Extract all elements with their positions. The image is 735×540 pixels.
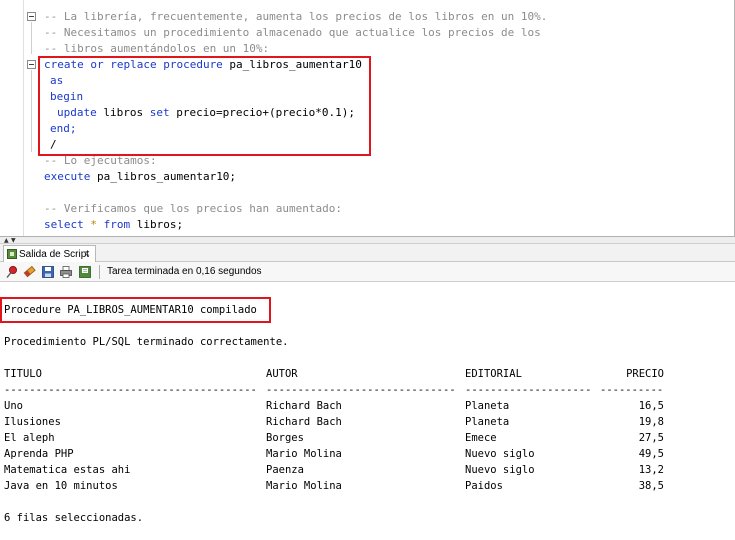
cell-precio: 49,5 [638, 448, 664, 460]
cell-autor: Paenza [266, 464, 304, 476]
cell-precio: 16,5 [638, 400, 664, 412]
plsql-success-message: Procedimiento PL/SQL terminado correctam… [4, 336, 289, 348]
procedure-highlight-box [38, 56, 371, 156]
cell-editorial: Nuevo siglo [465, 448, 535, 460]
script-output-icon [7, 249, 17, 259]
code-comment: -- Verificamos que los precios han aumen… [44, 202, 343, 215]
cell-titulo: El aleph [4, 432, 55, 444]
cell-titulo: Matematica estas ahi [4, 464, 131, 476]
close-icon[interactable]: x [85, 246, 90, 261]
cell-autor: Mario Molina [266, 480, 342, 492]
column-header-autor: AUTOR [266, 368, 298, 380]
cell-editorial: Planeta [465, 400, 510, 412]
cell-titulo: Java en 10 minutos [4, 480, 118, 492]
code-keyword: execute [44, 170, 91, 183]
cell-titulo: Ilusiones [4, 416, 61, 428]
cell-precio: 38,5 [638, 480, 664, 492]
code-comment: -- libros aumentándolos en un 10%: [44, 42, 270, 55]
header-separator: ---------------------------------------- [4, 384, 257, 396]
cell-editorial: Nuevo siglo [465, 464, 535, 476]
output-toolbar: Tarea terminada en 0,16 segundos [0, 262, 735, 282]
code-text: libros; [130, 218, 184, 231]
eraser-icon[interactable] [23, 265, 37, 279]
toolbar-separator [99, 265, 100, 279]
header-separator: ------------------------------ [266, 384, 456, 396]
code-line-select: select * from libros; [44, 217, 183, 233]
code-line-execute: execute pa_libros_aumentar10; [44, 169, 236, 185]
code-comment: -- Lo ejecutamos: [44, 154, 157, 167]
panel-splitter[interactable]: ▲ ▼ [0, 236, 735, 244]
output-tabbar: Salida de Script x [0, 244, 735, 262]
cell-editorial: Paidos [465, 480, 503, 492]
tab-script-output[interactable]: Salida de Script x [3, 245, 96, 262]
editor-gutter [0, 0, 24, 236]
fold-collapse-icon[interactable] [27, 12, 36, 21]
sql-editor[interactable]: -- La librería, frecuentemente, aumenta … [0, 0, 735, 236]
fold-line [31, 70, 32, 152]
cell-titulo: Aprenda PHP [4, 448, 74, 460]
cell-autor: Richard Bach [266, 400, 342, 412]
column-header-editorial: EDITORIAL [465, 368, 522, 380]
pin-icon[interactable] [5, 265, 19, 279]
fold-collapse-icon[interactable] [27, 60, 36, 69]
cell-precio: 19,8 [638, 416, 664, 428]
save-icon[interactable] [41, 265, 55, 279]
cell-precio: 27,5 [638, 432, 664, 444]
cell-autor: Borges [266, 432, 304, 444]
cell-titulo: Uno [4, 400, 23, 412]
code-comment: -- La librería, frecuentemente, aumenta … [44, 10, 548, 23]
header-separator: ---------- [600, 384, 664, 396]
script-output-area[interactable]: Procedure PA_LIBROS_AUMENTAR10 compilado… [0, 283, 735, 540]
tab-label: Salida de Script [19, 249, 90, 260]
cell-editorial: Emece [465, 432, 497, 444]
code-keyword: select [44, 218, 84, 231]
cell-editorial: Planeta [465, 416, 510, 428]
code-text: * [83, 218, 104, 231]
code-comment: -- Necesitamos un procedimiento almacena… [44, 26, 541, 39]
rows-selected-footer: 6 filas seleccionadas. [4, 512, 144, 524]
task-status: Tarea terminada en 0,16 segundos [107, 266, 262, 277]
code-text: pa_libros_aumentar10; [90, 170, 237, 183]
fold-line [31, 22, 32, 54]
header-separator: -------------------- [465, 384, 592, 396]
cell-precio: 13,2 [638, 464, 664, 476]
save-file-icon[interactable] [78, 265, 92, 279]
compiled-highlight-box [0, 297, 271, 323]
column-header-titulo: TITULO [4, 368, 42, 380]
print-icon[interactable] [59, 265, 73, 279]
cell-autor: Mario Molina [266, 448, 342, 460]
cell-autor: Richard Bach [266, 416, 342, 428]
code-keyword: from [103, 218, 131, 231]
column-header-precio: PRECIO [626, 368, 664, 380]
